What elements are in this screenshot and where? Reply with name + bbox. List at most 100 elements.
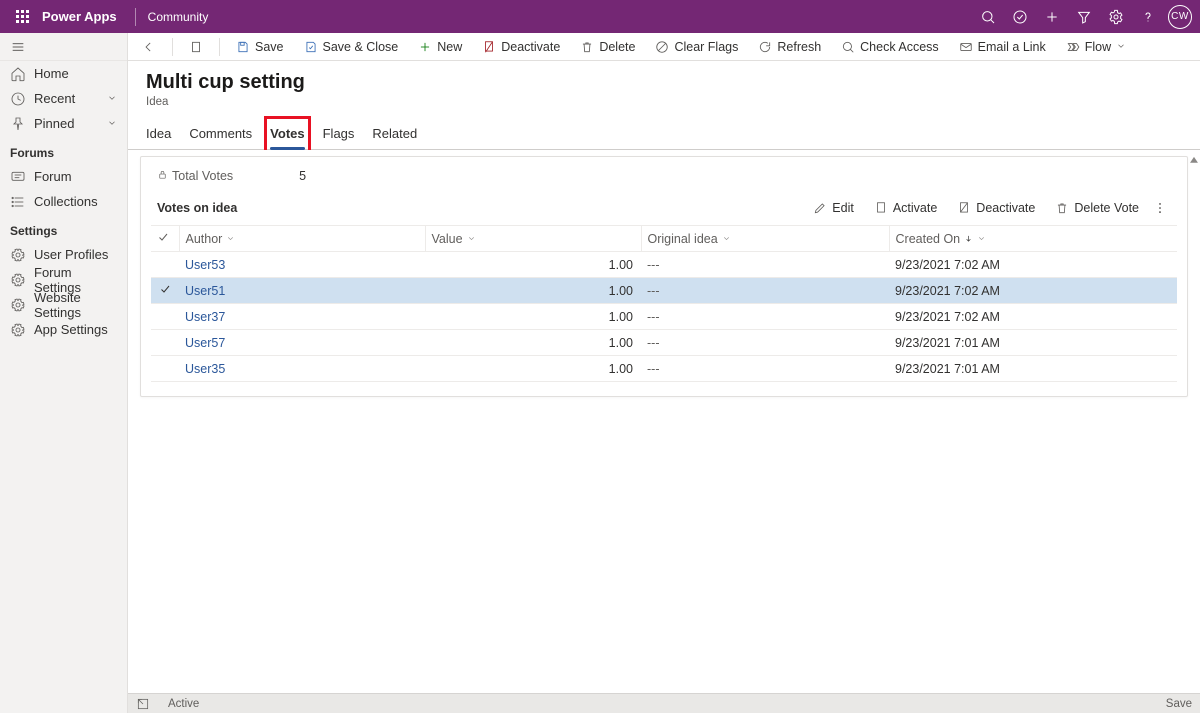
new-button[interactable]: New [410,33,470,61]
app-launcher-icon[interactable] [8,10,36,23]
nav-collections[interactable]: Collections [0,189,127,214]
grid-edit-button[interactable]: Edit [803,197,864,219]
nav-user-profiles[interactable]: User Profiles [0,242,127,267]
user-avatar[interactable]: CW [1168,5,1192,29]
site-nav: Home Recent Pinned Forums Forum Collecti… [0,33,128,713]
check-access-label: Check Access [860,40,939,54]
entity-name: Idea [146,96,1182,108]
tab-votes[interactable]: Votes [270,122,304,149]
nav-forum[interactable]: Forum [0,164,127,189]
email-link-button[interactable]: Email a Link [951,33,1054,61]
add-icon[interactable] [1036,0,1068,33]
row-selector[interactable] [151,278,179,304]
column-author[interactable]: Author [179,226,425,252]
cell-author: User35 [179,356,425,382]
gear-icon [10,322,26,338]
nav-collapse-icon[interactable] [0,33,127,61]
cell-value: 1.00 [425,330,641,356]
check-access-button[interactable]: Check Access [833,33,947,61]
filter-icon[interactable] [1068,0,1100,33]
nav-pinned[interactable]: Pinned [0,111,127,136]
chevron-down-icon [107,91,117,106]
table-row[interactable]: User511.00---9/23/2021 7:02 AM [151,278,1177,304]
subgrid-title: Votes on idea [157,201,237,215]
column-select-all[interactable] [151,226,179,252]
grid-delete-label: Delete Vote [1074,201,1139,215]
record-set-icon[interactable] [181,33,211,61]
row-selector[interactable] [151,252,179,278]
nav-forum-settings[interactable]: Forum Settings [0,267,127,292]
cell-original-idea: --- [641,356,889,382]
total-votes-value: 5 [299,169,306,183]
flow-button[interactable]: Flow [1058,33,1134,61]
tab-content: Total Votes 5 Votes on idea Edit Activat… [128,150,1200,693]
form-tabs: Idea Comments Votes Flags Related [128,114,1200,150]
nav-website-settings[interactable]: Website Settings [0,292,127,317]
nav-user-profiles-label: User Profiles [34,247,108,262]
grid-delete-button[interactable]: Delete Vote [1045,197,1149,219]
author-link[interactable]: User51 [185,284,225,298]
author-link[interactable]: User53 [185,258,225,272]
nav-app-settings[interactable]: App Settings [0,317,127,342]
column-value-label: Value [432,232,463,246]
author-link[interactable]: User35 [185,362,225,376]
search-icon[interactable] [972,0,1004,33]
flow-label: Flow [1085,40,1111,54]
nav-section-settings: Settings [0,214,127,242]
deactivate-button[interactable]: Deactivate [474,33,568,61]
status-bar: Active Save [128,693,1200,713]
column-value[interactable]: Value [425,226,641,252]
clock-icon [10,91,26,107]
delete-button[interactable]: Delete [572,33,643,61]
delete-label: Delete [599,40,635,54]
pin-icon [10,116,26,132]
command-bar: Save Save & Close New Deactivate Delete … [128,33,1200,61]
task-icon[interactable] [1004,0,1036,33]
author-link[interactable]: User57 [185,336,225,350]
help-icon[interactable] [1132,0,1164,33]
table-row[interactable]: User571.00---9/23/2021 7:01 AM [151,330,1177,356]
settings-icon[interactable] [1100,0,1132,33]
page-title: Multi cup setting [146,71,1182,94]
row-selector[interactable] [151,304,179,330]
column-original-idea-label: Original idea [648,232,718,246]
forum-icon [10,169,26,185]
chevron-down-icon [226,232,235,246]
tab-flags[interactable]: Flags [323,122,355,149]
row-selector[interactable] [151,330,179,356]
grid-deactivate-button[interactable]: Deactivate [947,197,1045,219]
clear-flags-button[interactable]: Clear Flags [647,33,746,61]
table-row[interactable]: User531.00---9/23/2021 7:02 AM [151,252,1177,278]
new-label: New [437,40,462,54]
author-link[interactable]: User37 [185,310,225,324]
cell-created-on: 9/23/2021 7:02 AM [889,252,1177,278]
cell-original-idea: --- [641,252,889,278]
statusbar-save-button[interactable]: Save [1162,698,1192,710]
popout-icon[interactable] [136,697,150,711]
save-button[interactable]: Save [228,33,292,61]
back-button[interactable] [134,33,164,61]
column-created-on-label: Created On [896,232,961,246]
nav-recent[interactable]: Recent [0,86,127,111]
header-divider [135,8,136,26]
nav-forum-label: Forum [34,169,72,184]
column-original-idea[interactable]: Original idea [641,226,889,252]
table-row[interactable]: User371.00---9/23/2021 7:02 AM [151,304,1177,330]
row-selector[interactable] [151,356,179,382]
deactivate-label: Deactivate [501,40,560,54]
tab-comments[interactable]: Comments [189,122,252,149]
cell-original-idea: --- [641,330,889,356]
refresh-button[interactable]: Refresh [750,33,829,61]
nav-pinned-label: Pinned [34,116,74,131]
tab-idea[interactable]: Idea [146,122,171,149]
grid-more-icon[interactable] [1149,201,1171,215]
app-area-label[interactable]: Community [148,10,209,24]
grid-activate-button[interactable]: Activate [864,197,947,219]
nav-home[interactable]: Home [0,61,127,86]
table-row[interactable]: User351.00---9/23/2021 7:01 AM [151,356,1177,382]
nav-section-forums: Forums [0,136,127,164]
scroll-indicator [1188,150,1200,693]
tab-related[interactable]: Related [372,122,417,149]
column-created-on[interactable]: Created On [889,226,1177,252]
save-close-button[interactable]: Save & Close [296,33,407,61]
